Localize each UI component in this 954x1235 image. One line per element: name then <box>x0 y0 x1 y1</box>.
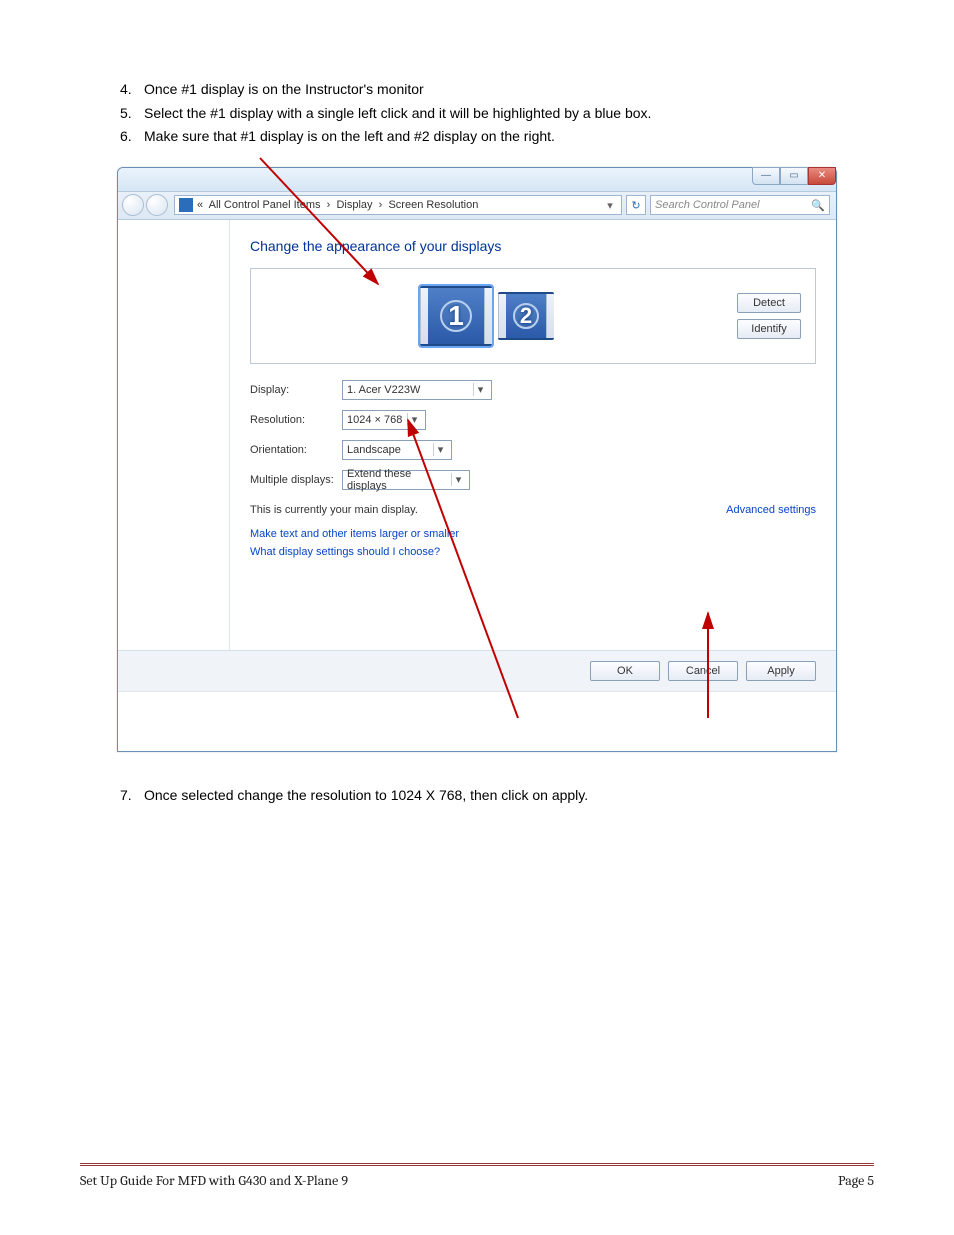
search-input[interactable]: Search Control Panel 🔍 <box>650 195 830 215</box>
display-value: 1. Acer V223W <box>347 384 473 396</box>
page-footer: Set Up Guide For MFD with G430 and X-Pla… <box>80 1163 874 1189</box>
page-heading: Change the appearance of your displays <box>250 238 816 254</box>
search-placeholder: Search Control Panel <box>655 199 811 211</box>
step-7-num: 7. <box>120 786 144 806</box>
nav-forward-button[interactable] <box>146 194 168 216</box>
nav-back-button[interactable] <box>122 194 144 216</box>
apply-button[interactable]: Apply <box>746 661 816 681</box>
multiple-displays-value: Extend these displays <box>347 468 451 492</box>
identify-button[interactable]: Identify <box>737 319 801 339</box>
chevron-down-icon: ▾ <box>473 383 487 396</box>
orientation-value: Landscape <box>347 444 433 456</box>
ok-button[interactable]: OK <box>590 661 660 681</box>
step-7: 7. Once selected change the resolution t… <box>120 786 874 806</box>
step-4-num: 4. <box>120 80 144 100</box>
resolution-label: Resolution: <box>250 414 342 426</box>
footer-page: Page 5 <box>838 1172 874 1189</box>
control-panel-window: — ▭ ✕ « All Control Panel Items › Displa… <box>117 167 837 752</box>
step-5-text: Select the #1 display with a single left… <box>144 104 651 124</box>
monitor-2[interactable]: 2 <box>498 292 554 340</box>
step-4: 4. Once #1 display is on the Instructor'… <box>120 80 874 100</box>
address-row: « All Control Panel Items › Display › Sc… <box>118 192 836 220</box>
detect-button[interactable]: Detect <box>737 293 801 313</box>
close-button[interactable]: ✕ <box>808 167 836 185</box>
resolution-value: 1024 × 768 <box>347 414 407 426</box>
display-label: Display: <box>250 384 342 396</box>
monitor-layout-box: 1 2 Detect Identify <box>250 268 816 364</box>
minimize-button[interactable]: — <box>752 167 780 185</box>
window-sidebar <box>118 220 230 650</box>
breadcrumb-bar[interactable]: « All Control Panel Items › Display › Sc… <box>174 195 622 215</box>
chevron-down-icon: ▾ <box>407 413 421 426</box>
refresh-button[interactable]: ↻ <box>626 195 646 215</box>
display-settings-help-link[interactable]: What display settings should I choose? <box>250 546 816 558</box>
display-dropdown[interactable]: 1. Acer V223W ▾ <box>342 380 492 400</box>
orientation-dropdown[interactable]: Landscape ▾ <box>342 440 452 460</box>
text-size-link[interactable]: Make text and other items larger or smal… <box>250 528 816 540</box>
footer-title: Set Up Guide For MFD with G430 and X-Pla… <box>80 1172 348 1189</box>
orientation-label: Orientation: <box>250 444 342 456</box>
chevron-down-icon: ▾ <box>451 473 465 486</box>
search-icon: 🔍 <box>811 199 825 212</box>
step-7-text: Once selected change the resolution to 1… <box>144 786 588 806</box>
main-display-text: This is currently your main display. <box>250 504 418 516</box>
step-6-num: 6. <box>120 127 144 147</box>
cancel-button[interactable]: Cancel <box>668 661 738 681</box>
monitor-1-number: 1 <box>440 300 472 332</box>
step-5-num: 5. <box>120 104 144 124</box>
chevron-down-icon: ▾ <box>433 443 447 456</box>
multiple-displays-dropdown[interactable]: Extend these displays ▾ <box>342 470 470 490</box>
window-footer-empty <box>118 691 836 751</box>
step-4-text: Once #1 display is on the Instructor's m… <box>144 80 424 100</box>
step-6-text: Make sure that #1 display is on the left… <box>144 127 555 147</box>
breadcrumb-dropdown-icon[interactable]: ▾ <box>603 199 617 212</box>
step-5: 5. Select the #1 display with a single l… <box>120 104 874 124</box>
window-titlebar[interactable]: — ▭ ✕ <box>118 168 836 192</box>
multiple-displays-label: Multiple displays: <box>250 474 342 486</box>
resolution-dropdown[interactable]: 1024 × 768 ▾ <box>342 410 426 430</box>
monitor-1[interactable]: 1 <box>420 286 492 346</box>
dialog-button-row: OK Cancel Apply <box>118 650 836 691</box>
control-panel-icon <box>179 198 193 212</box>
advanced-settings-link[interactable]: Advanced settings <box>726 504 816 516</box>
breadcrumb-text: « All Control Panel Items › Display › Sc… <box>197 199 603 211</box>
monitor-2-number: 2 <box>513 303 539 329</box>
step-6: 6. Make sure that #1 display is on the l… <box>120 127 874 147</box>
maximize-button[interactable]: ▭ <box>780 167 808 185</box>
